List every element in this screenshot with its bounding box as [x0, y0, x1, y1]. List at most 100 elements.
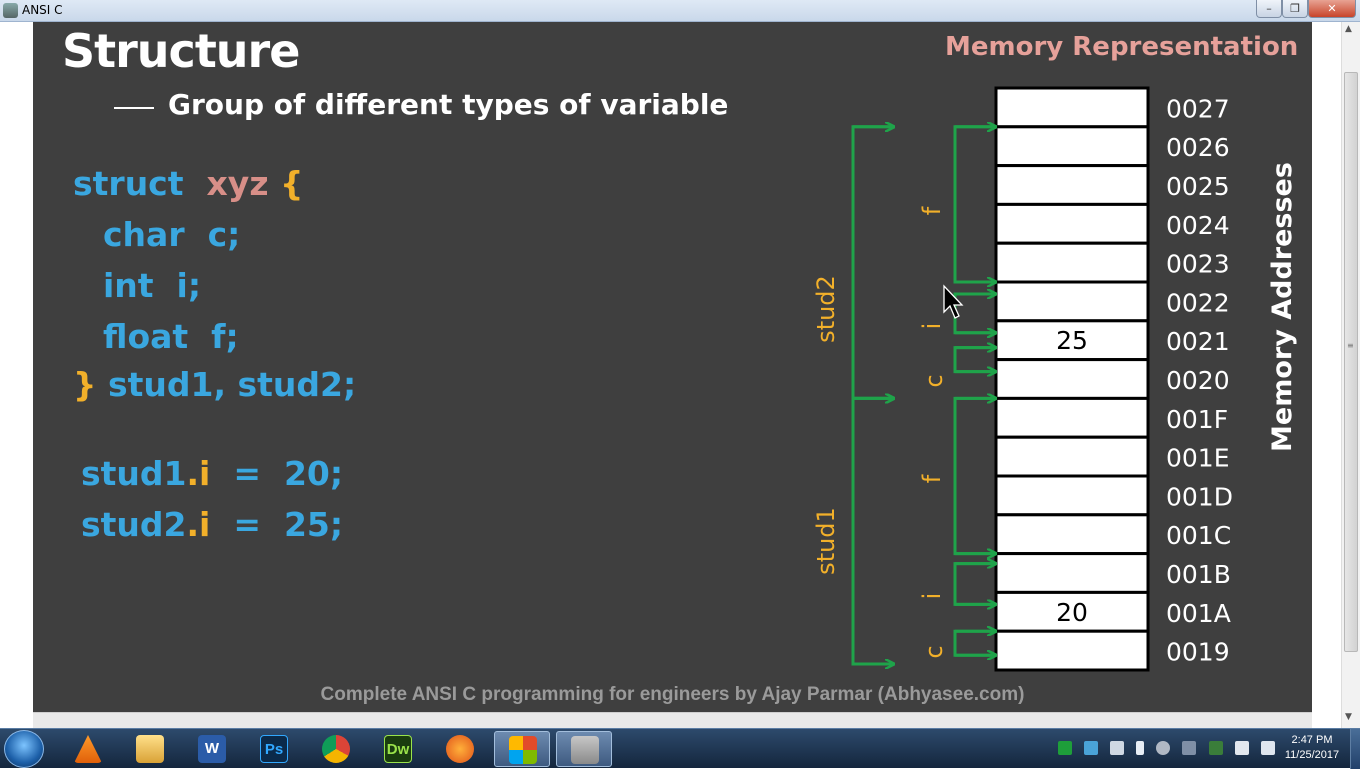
system-tray: [1058, 737, 1282, 761]
window-title: ANSI C: [22, 3, 63, 17]
tray-signal-icon[interactable]: [1110, 740, 1125, 755]
taskbar: W Ps Dw 2:47 PM 11/25/2017: [0, 728, 1360, 769]
memory-cell-0022: [994, 280, 1150, 323]
i1-bracket: [953, 562, 995, 606]
memory-address-0023: 0023: [1166, 250, 1230, 279]
scroll-grip-icon: ≡: [1347, 341, 1354, 350]
memory-address-001E: 001E: [1166, 444, 1230, 473]
label-f-stud1: f: [918, 474, 946, 483]
show-desktop-button[interactable]: [1350, 729, 1360, 769]
memory-cell-0026: [994, 125, 1150, 168]
memory-address-001D: 001D: [1166, 482, 1233, 511]
tray-keyboard-icon[interactable]: [1182, 740, 1197, 755]
memory-cell-001E: [994, 435, 1150, 478]
memory-cell-0019: [994, 629, 1150, 672]
memory-address-001B: 001B: [1166, 560, 1231, 589]
label-i-stud1: i: [918, 593, 946, 600]
memory-address-001C: 001C: [1166, 521, 1231, 550]
memory-cell-0025: [994, 164, 1150, 206]
firefox-icon: [446, 735, 474, 763]
label-stud1: stud1: [812, 507, 840, 575]
tray-settings-icon[interactable]: [1156, 740, 1171, 755]
stud2-bracket: [851, 125, 893, 400]
memory-address-0027: 0027: [1166, 94, 1230, 123]
stud1-bracket: [851, 396, 893, 666]
taskbar-app-vlc[interactable]: [60, 731, 116, 767]
taskbar-app-media-player[interactable]: [556, 731, 612, 767]
c1-bracket: [953, 629, 995, 657]
scrollbar-thumb[interactable]: [1344, 72, 1358, 652]
taskbar-app-firefox[interactable]: [432, 731, 488, 767]
taskbar-app-word[interactable]: W: [184, 731, 240, 767]
memory-address-0020: 0020: [1166, 366, 1230, 395]
media-player-icon: [571, 736, 599, 764]
scroll-up-icon[interactable]: ▲: [1345, 24, 1352, 34]
window-titlebar: ANSI C – ❐ ✕: [0, 0, 1360, 22]
taskbar-app-file-explorer[interactable]: [122, 731, 178, 767]
memory-diagram: 25 20 0027 0026 0025 0024 0023 0022 0021 0020 001…: [812, 86, 1298, 672]
i2-bracket: [953, 292, 995, 335]
memory-cell-0023: [994, 241, 1150, 284]
scroll-down-icon[interactable]: ▼: [1345, 712, 1352, 722]
memory-cell-value: 25: [1056, 326, 1088, 355]
label-f-stud2: f: [918, 206, 946, 215]
memory-cell-001B: [994, 552, 1150, 594]
tray-network-icon[interactable]: [1084, 740, 1099, 755]
memory-address-001F: 001F: [1166, 405, 1228, 434]
memory-address-0026: 0026: [1166, 133, 1230, 162]
mouse-cursor: [943, 284, 964, 319]
memory-address-0022: 0022: [1166, 288, 1230, 317]
close-button[interactable]: ✕: [1308, 0, 1356, 18]
photoshop-icon: Ps: [260, 735, 288, 763]
document-viewer: Structure Group of different types of va…: [0, 22, 1360, 728]
memory-address-0021: 0021: [1166, 327, 1230, 356]
file-explorer-icon: [136, 735, 164, 763]
c2-bracket: [953, 346, 995, 374]
memory-address-0019: 0019: [1166, 638, 1230, 667]
maximize-button[interactable]: ❐: [1282, 0, 1308, 18]
memory-address-001A: 001A: [1166, 599, 1231, 628]
chrome-icon: [322, 735, 350, 763]
vlc-icon: [74, 735, 102, 763]
memory-cell-0027: [994, 86, 1150, 129]
start-button[interactable]: [4, 730, 44, 768]
app-icon: [3, 3, 18, 18]
f1-bracket: [953, 396, 995, 556]
taskbar-app-office[interactable]: [494, 731, 550, 767]
label-c-stud2: c: [920, 374, 948, 387]
f2-bracket: [953, 125, 995, 284]
memory-cell-001D: [994, 474, 1150, 517]
memory-cell-001F: [994, 396, 1150, 439]
label-c-stud1: c: [920, 645, 948, 658]
dreamweaver-icon: Dw: [384, 735, 412, 763]
slide: Structure Group of different types of va…: [33, 22, 1312, 712]
memory-cell-001C: [994, 513, 1150, 556]
label-stud2: stud2: [812, 275, 840, 343]
horizontal-scrollbar[interactable]: [33, 712, 1312, 728]
taskbar-app-dreamweaver[interactable]: Dw: [370, 731, 426, 767]
vertical-scrollbar[interactable]: ▲ ≡ ▼: [1341, 22, 1360, 728]
memory-address-0024: 0024: [1166, 211, 1230, 240]
tray-display-icon[interactable]: [1208, 740, 1223, 755]
memory-cell-0020: [994, 358, 1150, 400]
memory-address-labels: 0027 0026 0025 0024 0023 0022 0021 0020 001F 001E…: [1166, 94, 1233, 666]
memory-cell-value: 20: [1056, 598, 1088, 627]
clock-date: 11/25/2017: [1284, 749, 1340, 761]
slide-footer: Complete ANSI C programming for engineer…: [320, 684, 1025, 705]
office-icon: [509, 736, 537, 764]
clock-time: 2:47 PM: [1291, 734, 1333, 746]
word-icon: W: [198, 735, 226, 763]
minimize-button[interactable]: –: [1256, 0, 1282, 18]
taskbar-app-photoshop[interactable]: Ps: [246, 731, 302, 767]
memory-addresses-axis-label: Memory Addresses: [1267, 162, 1298, 452]
tray-qt-icon[interactable]: [1058, 740, 1072, 755]
tray-flag-icon[interactable]: [1234, 740, 1249, 755]
tray-volume-icon[interactable]: [1260, 740, 1275, 755]
label-i-stud2: i: [918, 323, 946, 330]
taskbar-app-chrome[interactable]: [308, 731, 364, 767]
memory-cell-0024: [994, 202, 1150, 245]
memory-cells: 25 20: [994, 86, 1150, 672]
memory-address-0025: 0025: [1166, 172, 1230, 201]
taskbar-clock[interactable]: 2:47 PM 11/25/2017: [1278, 733, 1346, 763]
tray-battery-icon[interactable]: [1136, 740, 1145, 755]
